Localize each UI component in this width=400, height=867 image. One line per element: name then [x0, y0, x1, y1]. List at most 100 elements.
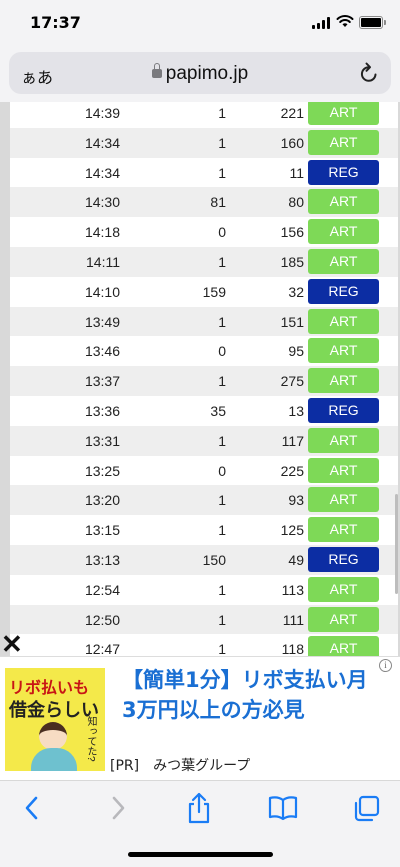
row-games-between: 1	[218, 164, 226, 181]
row-games-between: 150	[202, 551, 226, 568]
row-time: 13:15	[84, 522, 120, 539]
back-icon[interactable]	[22, 795, 42, 821]
ad-thumb-line3: 知ってた?	[85, 716, 96, 762]
table-row: 14:34 1 160 ART	[10, 127, 398, 158]
table-row: 14:39 1 221 ART	[10, 102, 398, 128]
share-icon[interactable]	[186, 792, 212, 824]
table-row: 13:13 150 49 REG	[10, 544, 398, 575]
row-games: 13	[288, 402, 304, 419]
forward-icon[interactable]	[108, 795, 128, 821]
row-games: 185	[280, 253, 304, 270]
table-row: 12:47 1 118 ART	[10, 634, 398, 656]
bonus-type-badge: ART	[308, 636, 379, 656]
battery-icon	[359, 16, 386, 29]
table-row: 12:50 1 111 ART	[10, 604, 398, 635]
row-time: 13:31	[84, 432, 120, 449]
row-games: 225	[280, 462, 304, 479]
row-time: 12:47	[84, 641, 120, 656]
ad-person-body	[31, 748, 77, 771]
row-games-between: 159	[202, 283, 226, 300]
row-games: 156	[280, 224, 304, 241]
bonus-type-badge: ART	[308, 338, 379, 364]
row-games: 32	[288, 283, 304, 300]
bonus-type-badge: ART	[308, 129, 379, 155]
bonus-type-badge: REG	[308, 278, 379, 304]
bonus-type-badge: ART	[308, 189, 379, 215]
status-bar: 17:37	[0, 0, 400, 46]
row-games-between: 35	[210, 402, 226, 419]
lock-icon	[151, 63, 162, 78]
reload-icon[interactable]	[359, 62, 379, 84]
url-host: papimo.jp	[165, 63, 249, 84]
row-games-between: 1	[218, 432, 226, 449]
ad-headline[interactable]: 【簡単1分】リボ支払い月3万円以上の方必見	[122, 665, 372, 725]
bonus-type-badge: ART	[308, 308, 379, 334]
row-games: 111	[282, 611, 304, 628]
row-games-between: 81	[210, 194, 226, 211]
bonus-type-badge: REG	[308, 159, 379, 185]
row-time: 14:18	[84, 224, 120, 241]
url-field[interactable]: ぁあ papimo.jp	[9, 52, 391, 94]
row-time: 14:30	[84, 194, 120, 211]
row-games-between: 1	[218, 253, 226, 270]
row-games: 95	[288, 343, 304, 360]
table-row: 14:34 1 11 REG	[10, 158, 398, 188]
bookmarks-icon[interactable]	[268, 795, 298, 821]
ad-thumbnail[interactable]: リボ払いも 借金らしい 知ってた?	[5, 668, 105, 771]
ad-banner[interactable]: リボ払いも 借金らしい 知ってた? 【簡単1分】リボ支払い月3万円以上の方必見 …	[0, 656, 400, 781]
row-time: 13:20	[84, 492, 120, 509]
bonus-type-badge: ART	[308, 102, 379, 125]
row-time: 14:11	[86, 253, 120, 270]
row-time: 13:46	[84, 343, 120, 360]
table-row: 13:49 1 151 ART	[10, 306, 398, 337]
row-time: 13:25	[84, 462, 120, 479]
table-row: 13:36 35 13 REG	[10, 396, 398, 426]
table-row: 13:31 1 117 ART	[10, 425, 398, 456]
bonus-type-badge: ART	[308, 576, 379, 602]
row-games-between: 1	[218, 492, 226, 509]
row-games: 117	[281, 432, 304, 449]
row-games: 221	[280, 105, 304, 121]
row-time: 14:10	[84, 283, 120, 300]
row-games: 113	[281, 581, 304, 598]
bonus-type-badge: REG	[308, 397, 379, 423]
row-time: 14:39	[84, 105, 120, 121]
row-time: 13:37	[84, 373, 120, 390]
status-time: 17:37	[30, 13, 81, 32]
bonus-type-badge: ART	[308, 457, 379, 483]
bonus-type-badge: ART	[308, 606, 379, 632]
row-games: 118	[281, 641, 304, 656]
row-games: 80	[288, 194, 304, 211]
page-scrollbar[interactable]	[395, 494, 398, 594]
row-games-between: 1	[218, 641, 226, 656]
table-row: 12:54 1 113 ART	[10, 575, 398, 605]
row-time: 13:49	[84, 313, 120, 330]
row-games-between: 0	[218, 343, 226, 360]
row-games-between: 1	[218, 105, 226, 121]
row-games-between: 0	[218, 224, 226, 241]
bonus-type-badge: ART	[308, 219, 379, 245]
url-display[interactable]: papimo.jp	[9, 63, 391, 85]
ad-sponsor: [PR] みつ葉グループ	[110, 758, 251, 774]
row-time: 13:13	[84, 551, 120, 568]
cellular-signal-icon	[312, 17, 330, 29]
row-games-between: 1	[218, 522, 226, 539]
row-time: 12:50	[84, 611, 120, 628]
bonus-type-badge: ART	[308, 427, 379, 453]
row-games: 151	[280, 313, 304, 330]
table-row: 13:37 1 275 ART	[10, 366, 398, 396]
row-time: 14:34	[84, 164, 120, 181]
tabs-icon[interactable]	[352, 795, 380, 823]
close-ad-icon[interactable]: ✕	[1, 631, 23, 657]
table-row: 13:20 1 93 ART	[10, 485, 398, 516]
table-row: 13:25 0 225 ART	[10, 456, 398, 486]
home-indicator	[128, 852, 273, 857]
row-games-between: 0	[218, 462, 226, 479]
bonus-type-badge: ART	[308, 487, 379, 513]
bonus-type-badge: ART	[308, 248, 379, 274]
table-row: 13:46 0 95 ART	[10, 336, 398, 366]
table-row: 14:18 0 156 ART	[10, 217, 398, 247]
ad-info-icon[interactable]: i	[379, 659, 392, 672]
table-row: 14:11 1 185 ART	[10, 246, 398, 277]
row-games-between: 1	[218, 313, 226, 330]
